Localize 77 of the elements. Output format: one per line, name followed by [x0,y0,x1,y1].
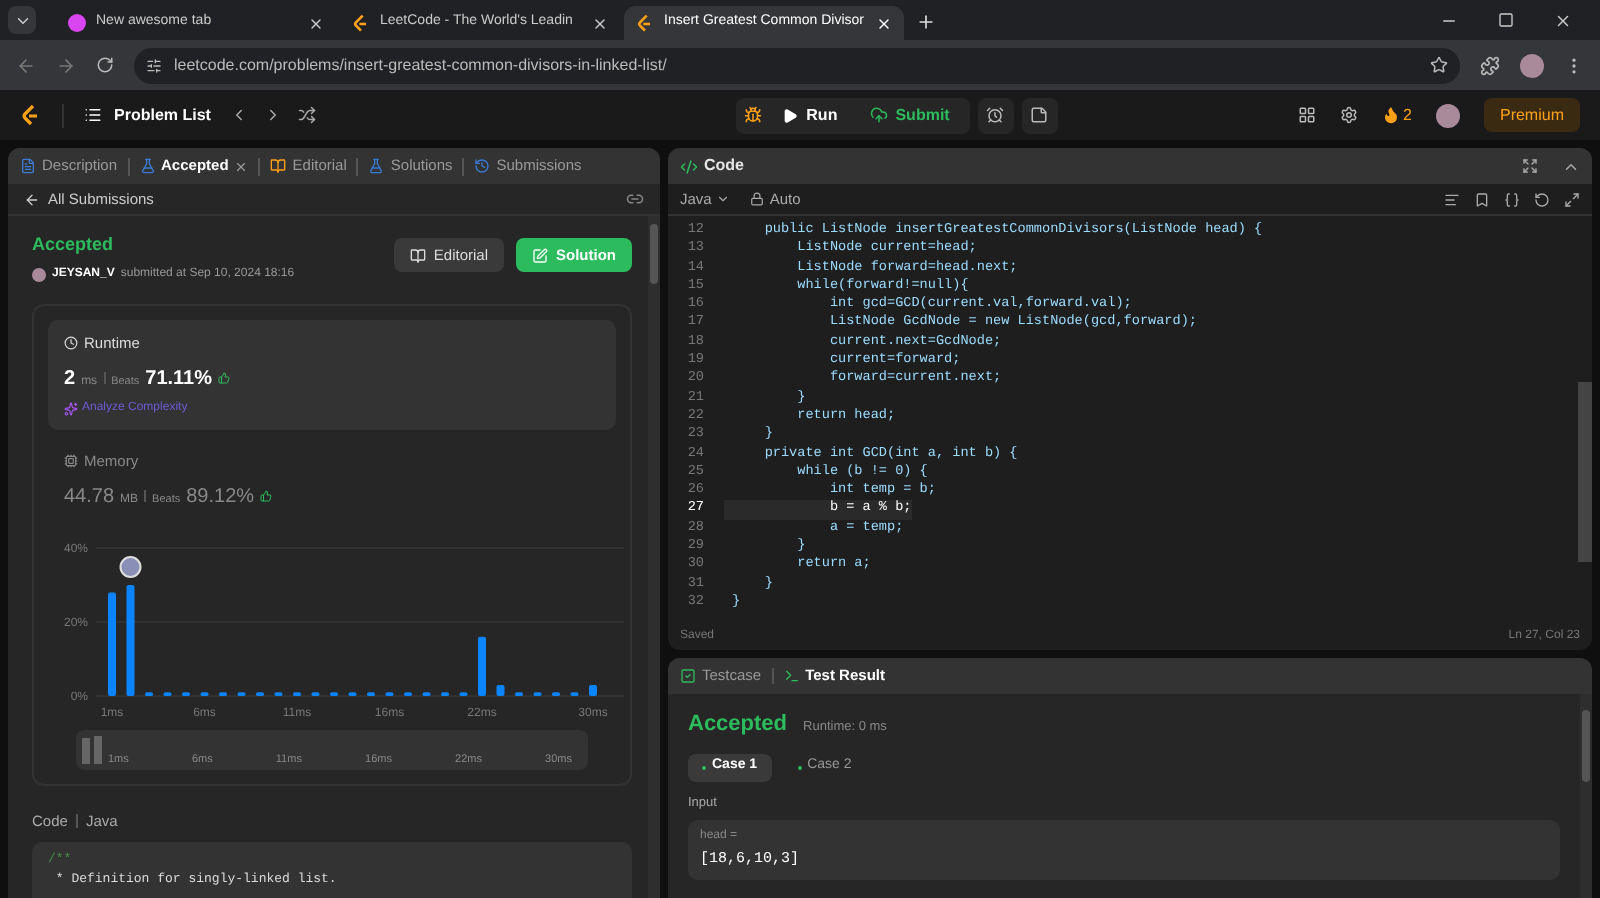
run-button[interactable]: Run [766,103,854,127]
chip-icon [64,453,78,468]
new-tab-icon[interactable] [916,12,936,32]
mini-histogram-drawing [82,736,102,766]
thumbs-up-icon [218,371,231,384]
memory-value: 44.78 [64,484,115,512]
reset-icon[interactable] [1534,191,1550,207]
extensions-icon[interactable] [1480,55,1500,75]
format-icon[interactable] [1444,191,1460,207]
back-icon[interactable] [16,55,36,75]
cloud-upload-icon [869,106,888,124]
premium-button[interactable]: Premium [1483,98,1580,132]
avatar-icon [119,556,142,578]
clock-icon [64,335,78,350]
play-icon [782,107,799,123]
document-icon [20,158,36,174]
chevron-down-icon [715,192,730,206]
histogram-bar [126,585,135,696]
accepted-status: Accepted [32,232,116,258]
checkbox-icon [680,668,696,684]
close-icon[interactable] [1554,12,1572,30]
grid-icon[interactable] [1297,106,1316,124]
link-icon[interactable] [626,190,644,208]
runtime-beats: 71.11% [145,365,213,394]
user-avatar[interactable] [1435,103,1460,127]
forward-icon[interactable] [56,55,76,75]
list-icon [84,106,102,124]
scrollbar[interactable] [1580,694,1592,898]
memory-beats: 89.12% [186,484,255,512]
shuffle-icon[interactable] [298,106,317,124]
streak-count: 2 [1403,103,1412,127]
profile-avatar[interactable] [1520,53,1544,77]
result-status: Accepted [688,710,788,740]
flask-icon [368,158,385,174]
favicon-icon [68,14,86,32]
terminal-icon [783,668,800,684]
address-field[interactable]: leetcode.com/problems/insert-greatest-common-divisors-in-linked-list/ [134,47,1460,83]
leetcode-logo-icon[interactable] [20,103,42,127]
leetcode-logo-icon [636,13,654,33]
histogram-bar [108,592,116,696]
reload-icon[interactable] [96,56,114,74]
streak-counter[interactable]: 2 [1381,103,1412,127]
fullscreen-icon[interactable] [1522,158,1538,174]
close-icon[interactable] [592,15,608,31]
runtime-value: 2 [64,365,76,394]
book-icon [270,158,287,174]
histogram-bar [589,684,597,696]
expand-icon[interactable] [1564,191,1580,207]
timer-icon[interactable] [986,106,1005,124]
site-settings-icon [146,57,162,73]
flask-icon [139,158,156,174]
close-icon[interactable] [308,15,324,31]
book-icon [409,247,426,263]
bookmark-icon[interactable] [1474,191,1490,207]
maximize-icon[interactable] [1498,12,1514,28]
histogram-bar [478,636,486,696]
pen-icon [532,247,548,263]
lock-icon [749,192,764,206]
back-arrow-icon [24,191,40,207]
sparkles-icon [64,401,78,416]
flame-icon [1381,106,1400,124]
problem-list-button[interactable]: Problem List [84,103,211,127]
bookmark-star-icon[interactable] [1430,56,1448,74]
leetcode-logo-icon [352,13,370,33]
history-icon [474,158,491,174]
url-text: leetcode.com/problems/insert-greatest-common-divisors-in-linked-list/ [174,53,669,77]
code-panel-title: Code [704,154,744,178]
user-avatar [32,267,46,281]
settings-icon[interactable] [1339,106,1358,124]
scrollbar[interactable] [648,216,660,898]
submit-button[interactable]: Submit [857,103,962,127]
thumbs-up-icon [260,490,273,502]
debug-icon[interactable] [744,106,763,124]
note-icon[interactable] [1030,106,1049,124]
code-icon [680,157,698,175]
histogram-bar [496,684,505,696]
braces-icon[interactable] [1504,191,1520,207]
